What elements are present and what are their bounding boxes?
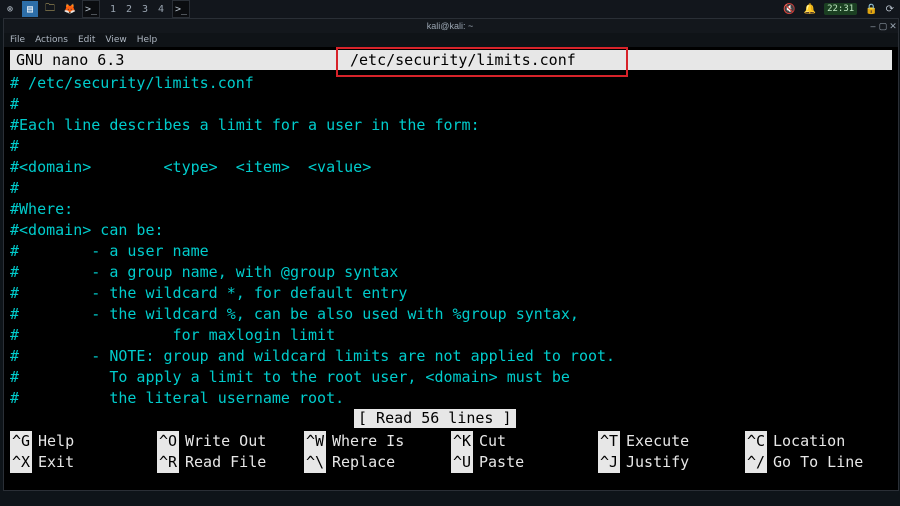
nano-editor[interactable]: GNU nano 6.3 /etc/security/limits.conf #…	[4, 47, 898, 490]
shortcut-justify[interactable]: ^JJustify	[598, 452, 745, 473]
window-title: kali@kali: ~	[32, 21, 868, 31]
file-manager-icon[interactable]: 🗀	[42, 1, 58, 17]
firefox-icon[interactable]: 🦊	[62, 1, 78, 17]
battery-indicator[interactable]: 22:31	[824, 3, 857, 15]
shortcut-replace[interactable]: ^\Replace	[304, 452, 451, 473]
desktop-taskbar: ⊚ ▤ 🗀 🦊 >_ 1 2 3 4 >_ 🔇 🔔 22:31 22:31 🔒 …	[0, 0, 900, 18]
menu-view[interactable]: View	[105, 35, 126, 45]
panel-app-icon[interactable]: ▤	[22, 1, 38, 17]
nano-shortcuts: ^GHelp ^OWrite Out ^WWhere Is ^KCut ^TEx…	[10, 431, 892, 473]
window-titlebar[interactable]: kali@kali: ~ – ▢ ✕	[4, 19, 898, 33]
file-content[interactable]: # /etc/security/limits.conf # #Each line…	[10, 73, 892, 409]
file-line: # - the wildcard *, for default entry	[10, 284, 407, 302]
shortcut-location[interactable]: ^CLocation	[745, 431, 892, 452]
workspace-2[interactable]: 2	[124, 4, 134, 15]
workspace-1[interactable]: 1	[108, 4, 118, 15]
shortcut-gotoline[interactable]: ^/Go To Line	[745, 452, 892, 473]
nano-status: [ Read 56 lines ]	[354, 409, 516, 428]
workspace-3[interactable]: 3	[140, 4, 150, 15]
file-line: #<domain> can be:	[10, 221, 164, 239]
power-icon[interactable]: ⟳	[886, 4, 894, 15]
file-line: # To apply a limit to the root user, <do…	[10, 368, 570, 386]
window-close-button[interactable]: ✕	[888, 21, 898, 32]
nano-header: GNU nano 6.3 /etc/security/limits.conf	[10, 50, 892, 70]
nano-file-title: /etc/security/limits.conf	[350, 51, 576, 69]
menu-actions[interactable]: Actions	[35, 35, 68, 45]
shortcut-help[interactable]: ^GHelp	[10, 431, 157, 452]
terminal-window: kali@kali: ~ – ▢ ✕ File Actions Edit Vie…	[3, 18, 899, 491]
menu-help[interactable]: Help	[137, 35, 158, 45]
terminal-running-icon[interactable]: >_	[172, 0, 190, 18]
file-line: # for maxlogin limit	[10, 326, 335, 344]
kali-logo-icon[interactable]: ⊚	[2, 1, 18, 17]
file-line: #	[10, 179, 19, 197]
shortcut-writeout[interactable]: ^OWrite Out	[157, 431, 304, 452]
window-minimize-button[interactable]: –	[868, 21, 878, 31]
menu-edit[interactable]: Edit	[78, 35, 95, 45]
workspace-switcher[interactable]: 1 2 3 4	[108, 4, 166, 15]
window-maximize-button[interactable]: ▢	[878, 21, 888, 32]
file-line: # - a user name	[10, 242, 209, 260]
lock-icon[interactable]: 🔒	[865, 4, 877, 15]
shortcut-paste[interactable]: ^UPaste	[451, 452, 598, 473]
terminal-menubar: File Actions Edit View Help	[4, 33, 898, 47]
file-line: # - a group name, with @group syntax	[10, 263, 398, 281]
shortcut-readfile[interactable]: ^RRead File	[157, 452, 304, 473]
file-line: #	[10, 95, 19, 113]
menu-file[interactable]: File	[10, 35, 25, 45]
shortcut-execute[interactable]: ^TExecute	[598, 431, 745, 452]
terminal-icon[interactable]: >_	[82, 0, 100, 18]
nano-app-title: GNU nano 6.3	[10, 51, 124, 69]
file-line: #<domain> <type> <item> <value>	[10, 158, 371, 176]
file-line: #	[10, 137, 19, 155]
file-line: # - NOTE: group and wildcard limits are …	[10, 347, 615, 365]
shortcut-row-2: ^XExit ^RRead File ^\Replace ^UPaste ^JJ…	[10, 452, 892, 473]
file-line: # the literal username root.	[10, 389, 344, 407]
file-line: #Where:	[10, 200, 73, 218]
notifications-bell-icon[interactable]: 🔔	[804, 4, 816, 15]
file-line: #Each line describes a limit for a user …	[10, 116, 480, 134]
sound-muted-icon[interactable]: 🔇	[783, 4, 795, 15]
shortcut-whereis[interactable]: ^WWhere Is	[304, 431, 451, 452]
shortcut-row-1: ^GHelp ^OWrite Out ^WWhere Is ^KCut ^TEx…	[10, 431, 892, 452]
shortcut-exit[interactable]: ^XExit	[10, 452, 157, 473]
file-line: # - the wildcard %, can be also used wit…	[10, 305, 579, 323]
workspace-4[interactable]: 4	[156, 4, 166, 15]
file-line: # /etc/security/limits.conf	[10, 74, 254, 92]
shortcut-cut[interactable]: ^KCut	[451, 431, 598, 452]
